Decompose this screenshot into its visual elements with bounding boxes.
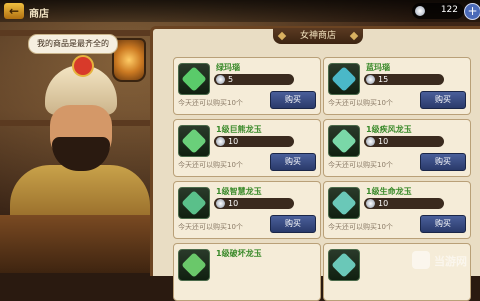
- silver-coin-icon: [216, 137, 225, 146]
- purchase-limit: 今天还可以购买10个: [328, 223, 393, 231]
- item-icon-frame: [328, 249, 360, 281]
- destroy-dragon-jade-icon: [181, 252, 207, 278]
- price-value: 5: [228, 75, 234, 84]
- silver-coin-icon: [366, 75, 375, 84]
- wisdom-dragon-jade-icon: [181, 190, 207, 216]
- silver-coin-icon: [415, 6, 425, 16]
- merchant-character: [10, 55, 150, 235]
- item-name: 1级智慧龙玉: [216, 187, 262, 196]
- shop-item-card: 1级破坏龙玉: [173, 243, 321, 301]
- price-value: 15: [378, 75, 389, 84]
- shop-item-card: 1级巨熊龙玉 10 今天还可以购买10个 购买: [173, 119, 321, 177]
- currency-display: 122: [412, 3, 464, 19]
- wind-dragon-jade-icon: [331, 128, 357, 154]
- purchase-limit: 今天还可以购买10个: [328, 99, 393, 107]
- price-value: 10: [228, 199, 239, 208]
- item-name: 1级巨熊龙玉: [216, 125, 262, 134]
- currency-value: 122: [440, 5, 458, 15]
- green-agate-icon: [181, 66, 207, 92]
- price-value: 10: [378, 199, 389, 208]
- shop-item-card: 绿玛瑙 5 今天还可以购买10个 购买: [173, 57, 321, 115]
- item-icon-frame: [178, 249, 210, 281]
- price-value: 10: [378, 137, 389, 146]
- item-name: 1级疾风龙玉: [366, 125, 412, 134]
- blue-agate-icon: [331, 66, 357, 92]
- item-price: 10: [214, 136, 294, 147]
- shop-item-card: 1级生命龙玉 10 今天还可以购买10个 购买: [323, 181, 471, 239]
- item-name: 1级生命龙玉: [366, 187, 412, 196]
- price-value: 10: [228, 137, 239, 146]
- purchase-limit: 今天还可以购买10个: [178, 223, 243, 231]
- dragon-jade-icon: [331, 252, 357, 278]
- silver-coin-icon: [216, 199, 225, 208]
- item-icon-frame: [328, 125, 360, 157]
- item-icon-frame: [178, 187, 210, 219]
- shop-item-card: 蓝玛瑙 15 今天还可以购买10个 购买: [323, 57, 471, 115]
- shop-item-card: 1级智慧龙玉 10 今天还可以购买10个 购买: [173, 181, 321, 239]
- item-price: 15: [364, 74, 444, 85]
- buy-button[interactable]: 购买: [420, 215, 466, 233]
- shop-counter: [0, 215, 160, 273]
- shop-title-banner: 女神商店: [273, 28, 363, 44]
- item-icon-frame: [328, 187, 360, 219]
- shop-title: 女神商店: [299, 31, 336, 41]
- turban-gem-icon: [72, 55, 94, 77]
- item-icon-frame: [178, 63, 210, 95]
- plus-icon: +: [467, 4, 478, 18]
- page-title: 商店: [29, 9, 49, 20]
- life-dragon-jade-icon: [331, 190, 357, 216]
- goddess-shop-panel: 女神商店 绿玛瑙 5 今天还可以购买10个 购买 蓝玛瑙 15 今天还可以购买1…: [150, 26, 480, 301]
- buy-button[interactable]: 购买: [420, 91, 466, 109]
- buy-button[interactable]: 购买: [270, 215, 316, 233]
- add-currency-button[interactable]: +: [464, 3, 480, 20]
- item-price: 10: [364, 136, 444, 147]
- back-arrow-icon: ←: [8, 4, 20, 18]
- item-name: 1级破坏龙玉: [216, 249, 262, 258]
- diamond-ornament-icon: [277, 31, 287, 41]
- merchant-speech-bubble: 我的商品是最齐全的: [28, 34, 118, 54]
- purchase-limit: 今天还可以购买10个: [328, 161, 393, 169]
- diamond-ornament-icon: [349, 31, 359, 41]
- shop-item-card: 1级疾风龙玉 10 今天还可以购买10个 购买: [323, 119, 471, 177]
- item-icon-frame: [178, 125, 210, 157]
- purchase-limit: 今天还可以购买10个: [178, 99, 243, 107]
- buy-button[interactable]: 购买: [270, 91, 316, 109]
- silver-coin-icon: [366, 137, 375, 146]
- purchase-limit: 今天还可以购买10个: [178, 161, 243, 169]
- item-price: 10: [214, 198, 294, 209]
- buy-button[interactable]: 购买: [420, 153, 466, 171]
- back-button[interactable]: ←: [4, 3, 24, 19]
- silver-coin-icon: [216, 75, 225, 84]
- top-bar: ← 商店 122 +: [0, 0, 480, 22]
- item-icon-frame: [328, 63, 360, 95]
- item-name: 蓝玛瑙: [366, 63, 390, 72]
- silver-coin-icon: [366, 199, 375, 208]
- watermark-logo-icon: [412, 251, 430, 269]
- item-price: 5: [214, 74, 294, 85]
- bear-dragon-jade-icon: [181, 128, 207, 154]
- watermark-text: 当游网: [434, 255, 467, 268]
- item-name: 绿玛瑙: [216, 63, 240, 72]
- item-price: 10: [364, 198, 444, 209]
- watermark: 当游网: [408, 247, 480, 273]
- buy-button[interactable]: 购买: [270, 153, 316, 171]
